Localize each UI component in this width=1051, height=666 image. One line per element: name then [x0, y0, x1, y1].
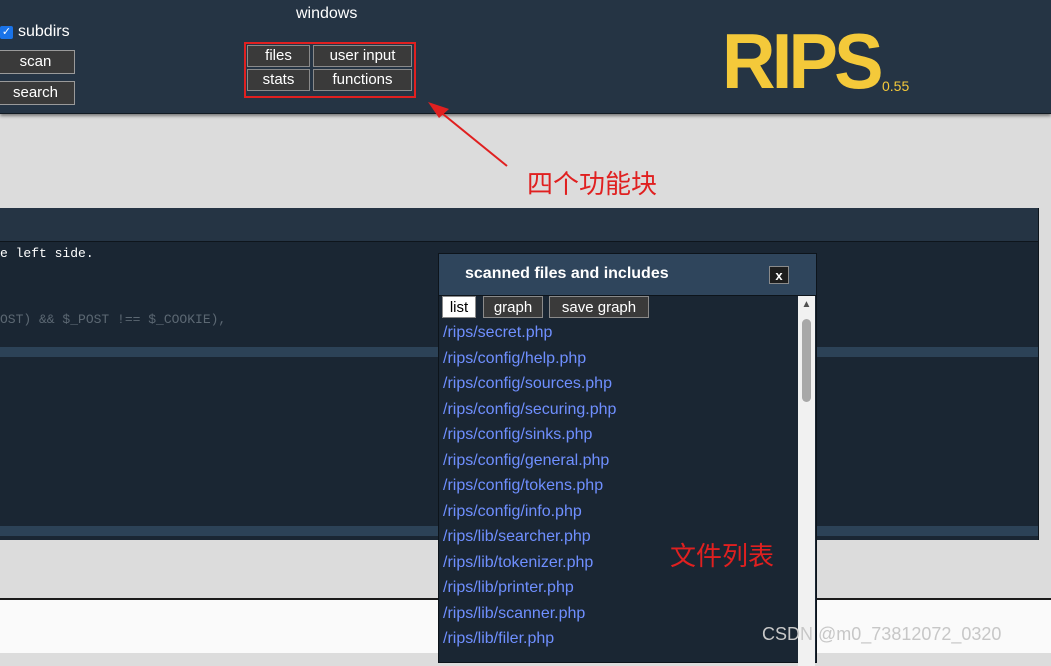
- watermark: CSDN @m0_73812072_0320: [762, 624, 1002, 644]
- rips-logo: RIPS: [722, 17, 884, 105]
- scrollbar-thumb[interactable]: [802, 319, 811, 402]
- arrow-to-function-blocks: [437, 109, 508, 167]
- scanned-files-window[interactable]: scanned files and includes x list graph …: [438, 253, 817, 666]
- tab-save-graph[interactable]: save graph: [549, 296, 649, 318]
- user-input-window-button[interactable]: user input: [313, 45, 412, 67]
- window-title: scanned files and includes: [465, 265, 669, 282]
- tab-graph[interactable]: graph: [483, 296, 543, 318]
- code-viewer-header: [0, 208, 1038, 242]
- window-buttons-group: files user input stats functions: [244, 42, 416, 98]
- window-header[interactable]: scanned files and includes x: [439, 254, 816, 296]
- scroll-up-arrow-icon[interactable]: ▲: [798, 296, 815, 313]
- code-line: OST) && $_POST !== $_COOKIE),: [0, 312, 227, 327]
- top-menu-bar: ✓ subdirs scan search windows files user…: [0, 0, 1051, 114]
- file-link[interactable]: /rips/config/tokens.php: [443, 473, 616, 499]
- subdirs-option[interactable]: ✓ subdirs: [0, 23, 70, 41]
- file-link[interactable]: /rips/secret.php: [443, 320, 616, 346]
- file-link[interactable]: /rips/lib/printer.php: [443, 575, 616, 601]
- file-link[interactable]: /rips/lib/tokenizer.php: [443, 550, 616, 576]
- file-link[interactable]: /rips/config/sources.php: [443, 371, 616, 397]
- scrollbar[interactable]: ▲: [798, 296, 815, 666]
- search-button[interactable]: search: [0, 81, 75, 105]
- tab-list[interactable]: list: [442, 296, 476, 318]
- file-link[interactable]: /rips/lib/filer.php: [443, 626, 616, 652]
- scan-button[interactable]: scan: [0, 50, 75, 74]
- close-button[interactable]: x: [769, 266, 789, 284]
- file-link[interactable]: /rips/lib/searcher.php: [443, 524, 616, 550]
- stats-window-button[interactable]: stats: [247, 69, 310, 91]
- file-link[interactable]: /rips/config/sinks.php: [443, 422, 616, 448]
- version-label: 0.55: [882, 78, 910, 94]
- file-link[interactable]: /rips/config/general.php: [443, 448, 616, 474]
- subdirs-label: subdirs: [18, 23, 70, 40]
- code-line: e left side.: [0, 246, 94, 261]
- file-link[interactable]: /rips/config/info.php: [443, 499, 616, 525]
- file-link[interactable]: /rips/lib/scanner.php: [443, 601, 616, 627]
- files-window-button[interactable]: files: [247, 45, 310, 67]
- windows-label: windows: [296, 5, 358, 22]
- file-link[interactable]: /rips/config/help.php: [443, 346, 616, 372]
- functions-window-button[interactable]: functions: [313, 69, 412, 91]
- annotation-function-blocks: 四个功能块: [527, 170, 658, 200]
- subdirs-checkbox-icon[interactable]: ✓: [0, 25, 13, 39]
- file-link[interactable]: /rips/config/securing.php: [443, 397, 616, 423]
- annotation-file-list: 文件列表: [670, 542, 775, 572]
- file-list: /rips/secret.php /rips/config/help.php /…: [443, 320, 616, 652]
